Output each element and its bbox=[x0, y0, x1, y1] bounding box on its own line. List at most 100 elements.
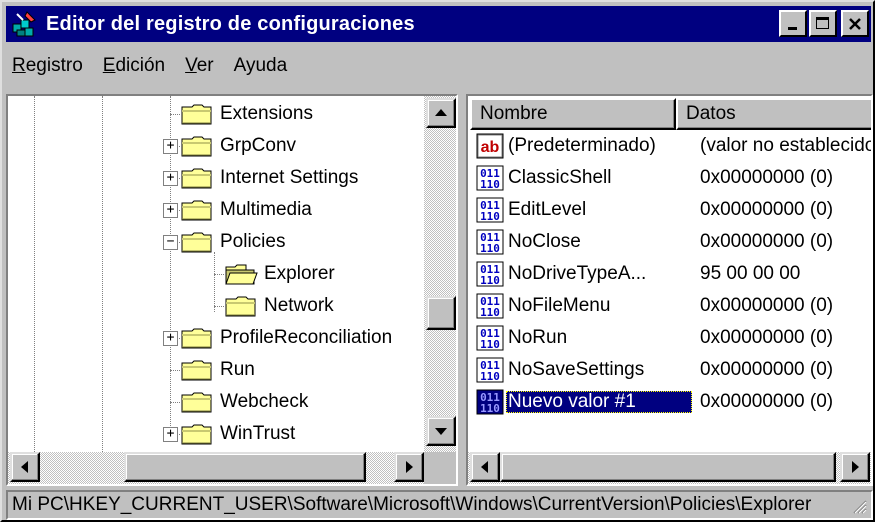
tree-guide-line bbox=[214, 252, 215, 312]
value-row[interactable]: 011 110 NoRun 0x00000000 (0) bbox=[470, 322, 871, 354]
status-path: Mi PC\HKEY_CURRENT_USER\Software\Microso… bbox=[12, 494, 812, 515]
value-data: 0x00000000 (0) bbox=[700, 167, 834, 188]
value-row[interactable]: 011 110 ClassicShell 0x00000000 (0) bbox=[470, 162, 871, 194]
tree-vertical-scrollbar[interactable] bbox=[424, 96, 456, 452]
column-header-datos[interactable]: Datos bbox=[676, 98, 871, 130]
value-data: 0x00000000 (0) bbox=[700, 391, 834, 412]
expand-icon[interactable]: + bbox=[163, 171, 178, 186]
tree-scroll-right-button[interactable] bbox=[394, 452, 424, 482]
arrow-left-icon bbox=[21, 461, 28, 473]
value-row[interactable]: 011 110 NoDriveTypeA... 95 00 00 00 bbox=[470, 258, 871, 290]
folder-icon bbox=[181, 200, 212, 221]
folder-icon bbox=[181, 232, 212, 253]
expand-icon[interactable]: + bbox=[163, 331, 178, 346]
caption-buttons bbox=[779, 10, 869, 37]
expand-icon[interactable]: + bbox=[163, 427, 178, 442]
value-name: EditLevel bbox=[508, 199, 587, 220]
value-data: 0x00000000 (0) bbox=[700, 359, 834, 380]
svg-text:110: 110 bbox=[480, 274, 500, 287]
value-name: NoSaveSettings bbox=[508, 359, 645, 380]
tree-item[interactable]: ProfileReconciliation bbox=[180, 322, 392, 354]
binary-value-icon: 011110 bbox=[476, 165, 504, 191]
value-row[interactable]: 011 110 Nuevo valor #1 0x00000000 (0) bbox=[470, 386, 871, 418]
list-scroll-right-button[interactable] bbox=[840, 452, 870, 482]
collapse-icon[interactable]: − bbox=[163, 235, 178, 250]
tree-item-label: Multimedia bbox=[220, 199, 312, 220]
binary-value-icon: 011110 bbox=[476, 389, 504, 415]
binary-value-icon: 011110 bbox=[476, 261, 504, 287]
tree-scroll-down-button[interactable] bbox=[426, 416, 456, 446]
binary-value-icon: 011110 bbox=[476, 293, 504, 319]
menu-edicion[interactable]: Edición bbox=[103, 55, 165, 77]
tree-item[interactable]: Explorer bbox=[224, 258, 335, 290]
tree-guide-line bbox=[34, 96, 35, 452]
expand-icon[interactable]: + bbox=[163, 203, 178, 218]
minimize-button[interactable] bbox=[779, 10, 807, 37]
tree-item[interactable]: Run bbox=[180, 354, 255, 386]
arrow-down-icon bbox=[435, 428, 447, 435]
tree-item-label: Explorer bbox=[264, 263, 335, 284]
tree-item-label: Internet Settings bbox=[220, 167, 359, 188]
binary-value-icon: 011110 bbox=[476, 229, 504, 255]
title-bar[interactable]: Editor del registro de configuraciones bbox=[6, 6, 871, 42]
tree-hscroll-thumb[interactable] bbox=[124, 452, 366, 482]
value-row[interactable]: 011 110 NoFileMenu 0x00000000 (0) bbox=[470, 290, 871, 322]
maximize-button[interactable] bbox=[809, 10, 837, 37]
tree-item-label: Policies bbox=[220, 231, 286, 252]
tree-scroll-up-button[interactable] bbox=[426, 98, 456, 128]
expand-icon[interactable]: + bbox=[163, 139, 178, 154]
tree-item[interactable]: Network bbox=[224, 290, 334, 322]
tree-item-label: Network bbox=[264, 295, 334, 316]
registry-editor-window: Editor del registro de configuraciones R… bbox=[0, 0, 875, 522]
close-icon bbox=[849, 17, 861, 30]
value-data: 0x00000000 (0) bbox=[700, 231, 834, 252]
tree-item[interactable]: WinTrust bbox=[180, 418, 295, 450]
binary-value-icon: 011110 bbox=[476, 325, 504, 351]
value-data: 0x00000000 (0) bbox=[700, 199, 834, 220]
window-title: Editor del registro de configuraciones bbox=[46, 12, 415, 35]
value-name: NoFileMenu bbox=[508, 295, 611, 316]
tree-item[interactable]: GrpConv bbox=[180, 130, 296, 162]
value-row[interactable]: 011 110 NoSaveSettings 0x00000000 (0) bbox=[470, 354, 871, 386]
tree-item[interactable]: Multimedia bbox=[180, 194, 312, 226]
arrow-right-icon bbox=[406, 461, 413, 473]
tree-item[interactable]: Extensions bbox=[180, 98, 313, 130]
svg-text:110: 110 bbox=[480, 210, 500, 223]
value-row[interactable]: ab (Predeterminado) (valor no establecido) bbox=[470, 130, 873, 162]
menu-ver[interactable]: Ver bbox=[185, 55, 214, 77]
menu-registro[interactable]: Registro bbox=[12, 55, 83, 77]
folder-icon bbox=[181, 104, 212, 125]
value-row[interactable]: 011 110 NoClose 0x00000000 (0) bbox=[470, 226, 871, 258]
tree-scroll-corner bbox=[424, 452, 456, 484]
svg-text:ab: ab bbox=[481, 139, 500, 156]
value-data: 0x00000000 (0) bbox=[700, 327, 834, 348]
arrow-up-icon bbox=[435, 109, 447, 116]
tree-item-label: GrpConv bbox=[220, 135, 297, 156]
tree-item-label: Extensions bbox=[220, 103, 313, 124]
folder-icon bbox=[181, 392, 212, 413]
key-tree-pane[interactable]: Extensions + GrpConv + Internet Settings + Mul… bbox=[6, 94, 458, 486]
tree-scroll-left-button[interactable] bbox=[10, 452, 40, 482]
tree-item[interactable]: Policies bbox=[180, 226, 285, 258]
folder-icon bbox=[181, 136, 212, 157]
tree-item-label: Webcheck bbox=[220, 391, 309, 412]
folder-icon bbox=[181, 424, 212, 445]
resize-grip-icon[interactable] bbox=[851, 498, 867, 514]
value-data: (valor no establecido) bbox=[700, 135, 873, 156]
value-data: 95 00 00 00 bbox=[700, 263, 801, 284]
list-scroll-left-button[interactable] bbox=[470, 452, 500, 482]
menu-ayuda[interactable]: Ayuda bbox=[234, 55, 288, 77]
tree-scroll-thumb[interactable] bbox=[426, 296, 456, 330]
value-name: (Predeterminado) bbox=[508, 135, 656, 156]
column-header-nombre[interactable]: Nombre bbox=[470, 98, 676, 130]
binary-value-icon: 011110 bbox=[476, 197, 504, 223]
tree-connector bbox=[214, 306, 224, 307]
value-row[interactable]: 011 110 EditLevel 0x00000000 (0) bbox=[470, 194, 871, 226]
list-hscroll-thumb[interactable] bbox=[500, 452, 836, 482]
tree-item[interactable]: Internet Settings bbox=[180, 162, 358, 194]
close-button[interactable] bbox=[841, 10, 869, 37]
regedit-app-icon[interactable] bbox=[10, 9, 40, 39]
values-list-pane[interactable]: Nombre Datos ab (Predeterminado) (valor no… bbox=[466, 94, 873, 486]
tree-item[interactable]: Webcheck bbox=[180, 386, 308, 418]
tree-item-label: Run bbox=[220, 359, 255, 380]
